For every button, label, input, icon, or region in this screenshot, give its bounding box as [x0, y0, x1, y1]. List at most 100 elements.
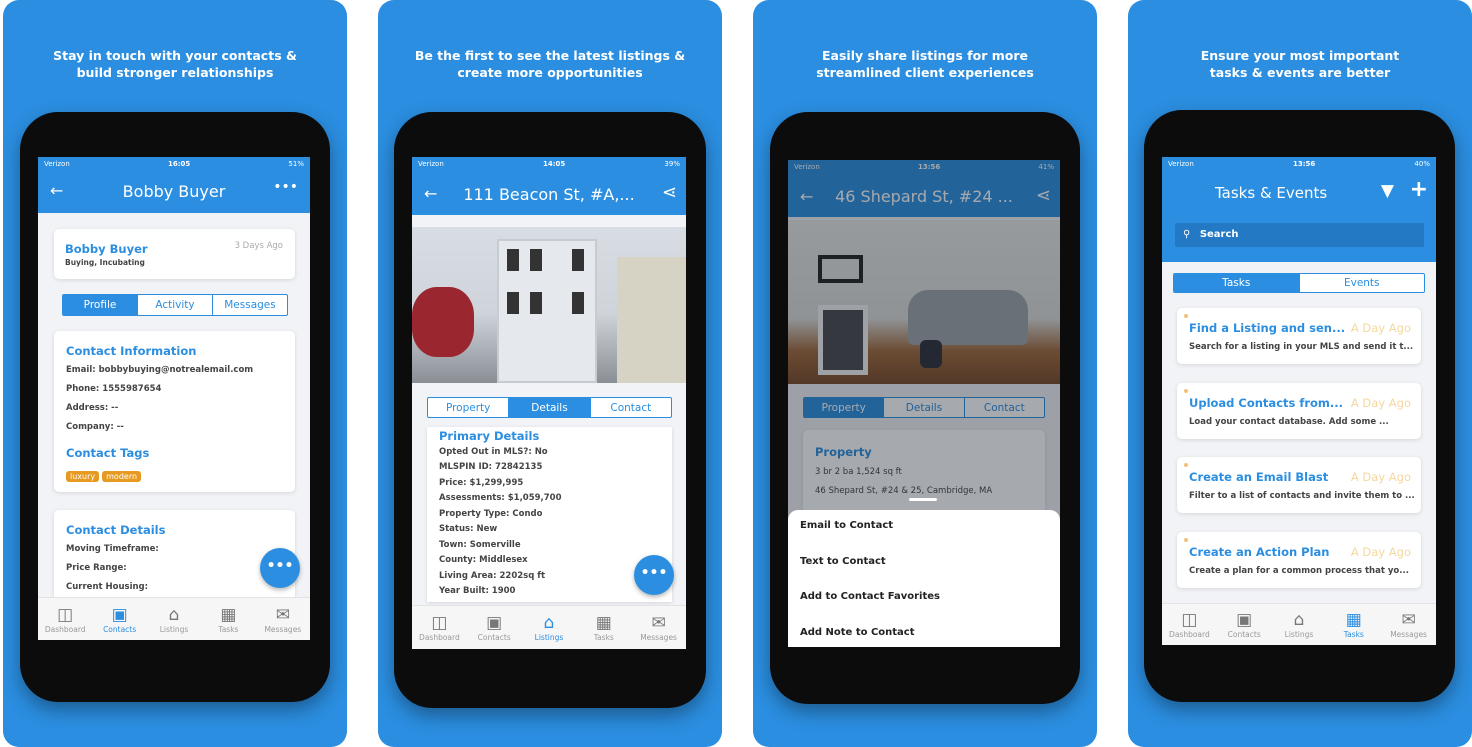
caption-line: tasks & events are better	[1209, 65, 1391, 80]
nav-tasks[interactable]: ▦ Tasks	[1326, 604, 1381, 645]
more-actions-button[interactable]: •••	[260, 548, 300, 588]
caption: Stay in touch with your contacts & build …	[3, 47, 347, 81]
nav-label: Messages	[264, 624, 302, 634]
menu-item-add-note[interactable]: Add Note to Contact	[800, 627, 915, 638]
dashboard-icon: ◫	[1181, 610, 1198, 630]
priority-dot	[1184, 314, 1188, 318]
detail-line: Price Range:	[66, 563, 127, 573]
caption: Be the first to see the latest listings …	[378, 47, 722, 81]
section-heading: Primary Details	[439, 429, 540, 443]
nav-label: Tasks	[593, 633, 614, 642]
task-title: Upload Contacts from...	[1189, 396, 1344, 410]
address-line: Address: --	[66, 403, 119, 413]
priority-dot	[1184, 463, 1188, 467]
listing-photo[interactable]	[412, 227, 686, 383]
envelope-icon: ✉	[651, 613, 666, 633]
tab-events[interactable]: Events	[1298, 274, 1425, 292]
nav-messages[interactable]: ✉ Messages	[631, 606, 686, 649]
nav-dashboard[interactable]: ◫ Dashboard	[1162, 604, 1217, 645]
nav-label: Tasks	[218, 624, 239, 634]
detail-line: Town: Somerville	[439, 540, 521, 550]
task-card[interactable]: Upload Contacts from... A Day Ago Load you…	[1177, 383, 1421, 439]
tab-activity[interactable]: Activity	[137, 295, 212, 315]
filter-icon[interactable]: ▼	[1381, 181, 1394, 201]
carrier: Verizon	[44, 160, 70, 168]
caption-line: streamlined client experiences	[816, 65, 1034, 80]
tab-profile[interactable]: Profile	[63, 295, 137, 315]
priority-dot	[1184, 389, 1188, 393]
nav-contacts[interactable]: ▣ Contacts	[1217, 604, 1272, 645]
caption: Easily share listings for more streamline…	[753, 47, 1097, 81]
nav-listings[interactable]: ⌂ Listings	[522, 606, 577, 649]
phone-line[interactable]: Phone: 1555987654	[66, 384, 161, 394]
task-card[interactable]: Find a Listing and sen... A Day Ago Search…	[1177, 308, 1421, 364]
caption-line: Be the first to see the latest listings …	[414, 48, 686, 63]
carrier: Verizon	[1168, 160, 1194, 168]
task-time: A Day Ago	[1350, 396, 1411, 410]
search-input[interactable]: ⚲ Search	[1175, 223, 1424, 247]
calendar-icon: ▦	[1345, 610, 1362, 630]
nav-label: Dashboard	[1169, 630, 1210, 639]
section-heading: Contact Details	[66, 523, 166, 537]
nav-dashboard[interactable]: ◫ Dashboard	[412, 606, 467, 649]
add-icon[interactable]: +	[1410, 177, 1428, 202]
nav-contacts[interactable]: ▣ Contacts	[467, 606, 522, 649]
tab-contact[interactable]: Contact	[589, 398, 671, 417]
more-icon[interactable]: •••	[273, 179, 298, 195]
task-time: A Day Ago	[1350, 470, 1411, 484]
tab-details[interactable]: Details	[508, 398, 590, 417]
share-icon[interactable]: ⋖	[662, 182, 677, 203]
detail-line: Current Housing:	[66, 582, 149, 592]
menu-item-email-to-contact[interactable]: Email to Contact	[800, 520, 893, 531]
share-listing-screen: Verizon 13:56 41% ← 46 Shepard St, #24 ...…	[788, 160, 1060, 647]
task-time: A Day Ago	[1350, 321, 1411, 335]
caption-line: Stay in touch with your contacts &	[53, 48, 297, 63]
tab-messages[interactable]: Messages	[212, 295, 287, 315]
contact-summary-card[interactable]: Bobby Buyer Buying, Incubating 3 Days Ag…	[54, 229, 295, 279]
nav-contacts[interactable]: ▣ Contacts	[92, 598, 146, 640]
detail-line: Assessments: $1,059,700	[439, 493, 562, 503]
detail-line: Moving Timeframe:	[66, 544, 159, 554]
battery: 51%	[288, 160, 304, 168]
task-desc: Search for a listing in your MLS and sen…	[1189, 342, 1414, 352]
nav-label: Dashboard	[419, 633, 460, 642]
nav-messages[interactable]: ✉ Messages	[256, 598, 310, 640]
more-actions-button[interactable]: •••	[634, 555, 674, 595]
bottom-nav: ◫ Dashboard ▣ Contacts ⌂ Listings ▦ Tasks ✉ M…	[38, 597, 310, 640]
nav-tasks[interactable]: ▦ Tasks	[576, 606, 631, 649]
tab-tasks[interactable]: Tasks	[1174, 274, 1299, 292]
nav-label: Listings	[1284, 630, 1314, 639]
section-heading: Contact Tags	[66, 446, 150, 460]
menu-item-text-to-contact[interactable]: Text to Contact	[800, 556, 886, 567]
menu-item-add-to-favorites[interactable]: Add to Contact Favorites	[800, 591, 940, 602]
nav-label: Dashboard	[44, 624, 86, 634]
contacts-icon: ▣	[486, 613, 503, 633]
company-line: Company: --	[66, 422, 124, 432]
task-title: Find a Listing and sen...	[1189, 321, 1346, 335]
task-title: Create an Email Blast	[1189, 470, 1329, 484]
home-icon: ⌂	[543, 613, 555, 633]
email-line[interactable]: Email: bobbybuying@notrealemail.com	[66, 365, 253, 375]
nav-listings[interactable]: ⌂ Listings	[1272, 604, 1327, 645]
tasks-events-tabs: Tasks Events	[1173, 273, 1425, 293]
nav-messages[interactable]: ✉ Messages	[1381, 604, 1436, 645]
tab-property[interactable]: Property	[428, 398, 508, 417]
battery: 40%	[1414, 160, 1430, 168]
nav-label: Contacts	[103, 624, 137, 634]
listing-tabs: Property Details Contact	[427, 397, 672, 418]
nav-tasks[interactable]: ▦ Tasks	[201, 598, 255, 640]
detail-line: Opted Out in MLS?: No	[439, 447, 548, 457]
app-header: Verizon 16:05 51% ← Bobby Buyer •••	[38, 157, 310, 213]
task-card[interactable]: Create an Action Plan A Day Ago Create a p…	[1177, 532, 1421, 588]
nav-listings[interactable]: ⌂ Listings	[147, 598, 201, 640]
status-bar: Verizon 13:56 40%	[1162, 157, 1436, 171]
listing-details-screen: Verizon 14:05 39% ← 111 Beacon St, #A,... …	[412, 157, 686, 649]
nav-dashboard[interactable]: ◫ Dashboard	[38, 598, 92, 640]
nav-label: Listings	[159, 624, 189, 634]
sheet-handle[interactable]	[909, 498, 937, 501]
promo-panel-tasks: Ensure your most important tasks & events…	[1128, 0, 1472, 747]
clock: 16:05	[167, 160, 191, 168]
nav-label: Contacts	[1227, 630, 1261, 639]
task-card[interactable]: Create an Email Blast A Day Ago Filter to …	[1177, 457, 1421, 513]
home-icon: ⌂	[168, 604, 180, 625]
